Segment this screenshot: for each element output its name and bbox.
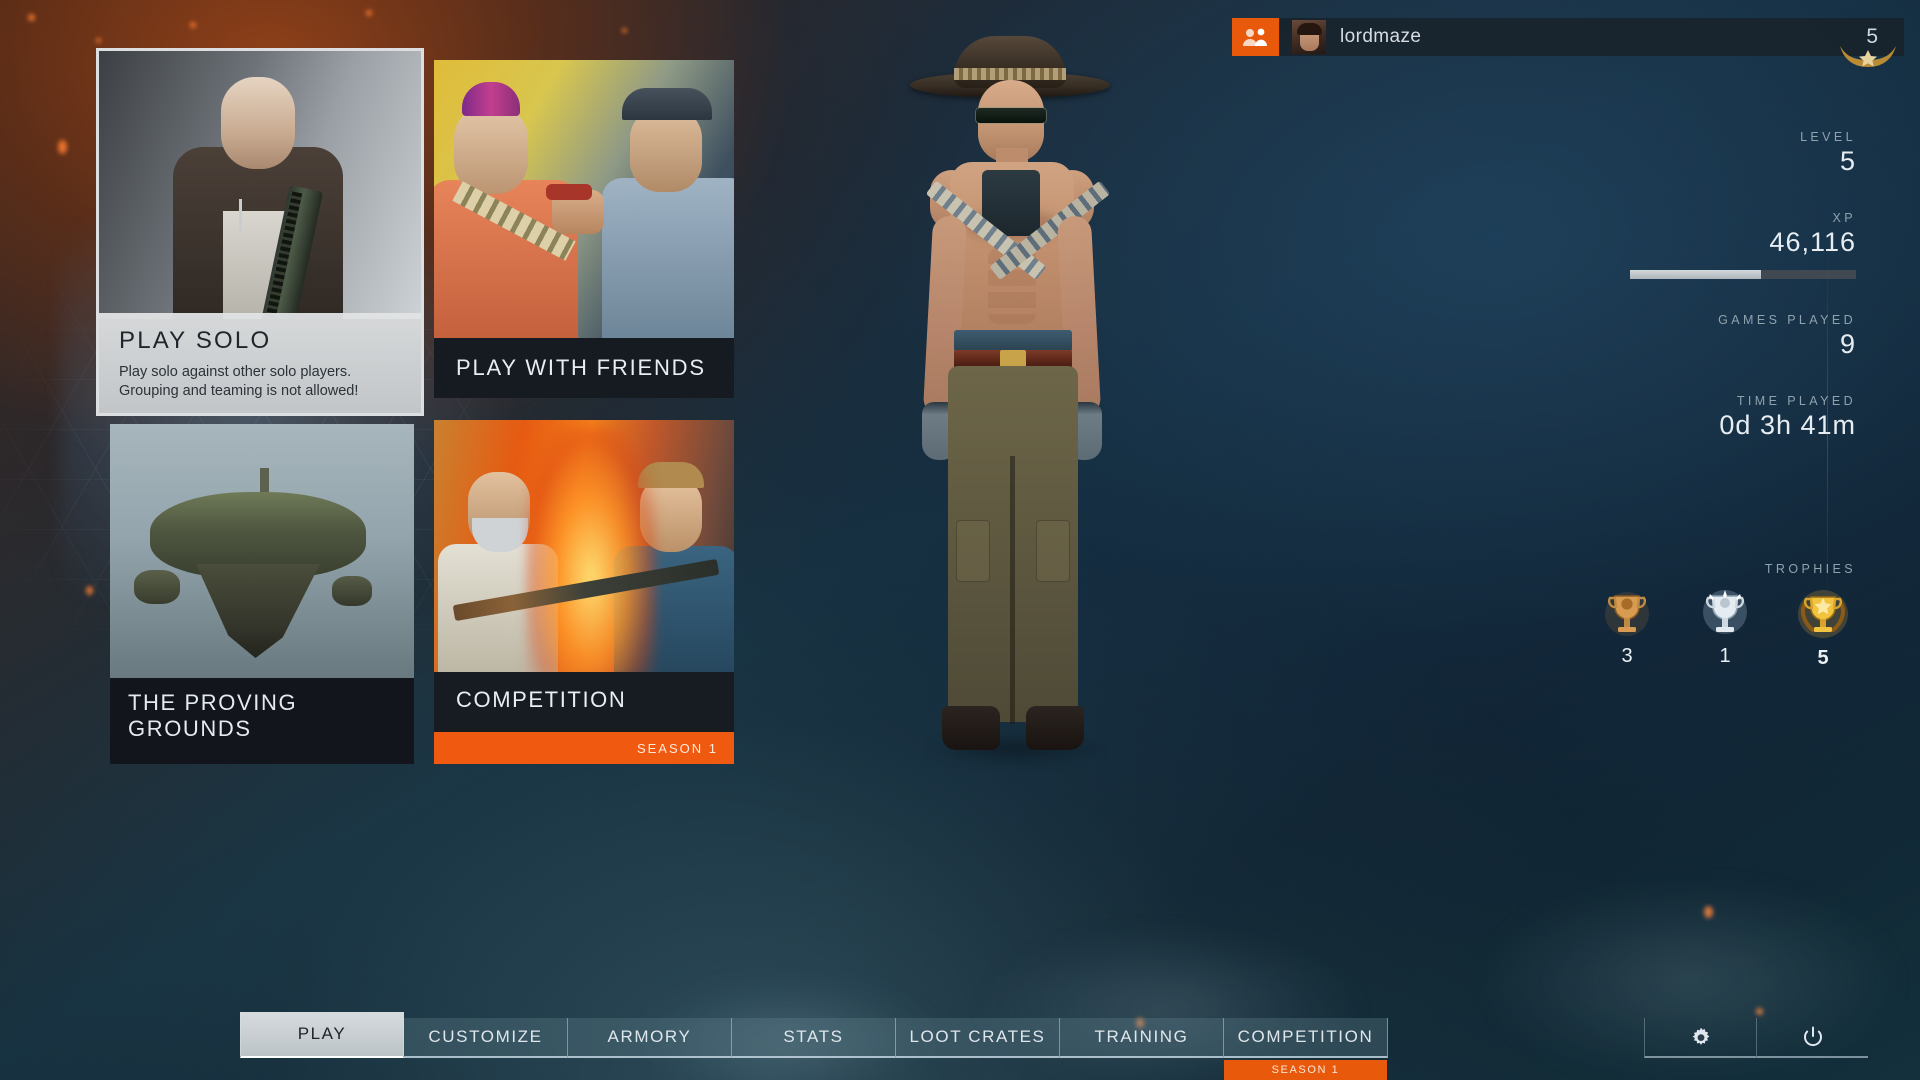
gold-trophy-icon (1797, 590, 1849, 644)
card-competition-season-banner: SEASON 1 (434, 732, 734, 764)
nav-tab-stats[interactable]: STATS (732, 1018, 896, 1058)
stat-level: LEVEL 5 (1556, 130, 1856, 177)
ember-particle (622, 28, 627, 33)
card-play-solo-artwork (99, 51, 421, 319)
ember-particle (28, 14, 35, 21)
stat-time-played-value: 0d 3h 41m (1719, 410, 1856, 440)
character-waistband (954, 330, 1072, 352)
stat-games-played: GAMES PLAYED 9 (1556, 313, 1856, 360)
ember-particle (366, 10, 372, 16)
xp-progress-fill (1630, 270, 1762, 279)
player-stats-panel: LEVEL 5 XP 46,116 GAMES PLAYED 9 TIME PL… (1556, 130, 1856, 608)
card-play-with-friends[interactable]: PLAY WITH FRIENDS (434, 60, 734, 398)
silver-trophy-icon (1702, 590, 1748, 642)
friends-group-icon (1242, 27, 1270, 47)
trophy-gold[interactable]: 5 (1796, 590, 1850, 670)
card-play-solo-text: PLAY SOLO Play solo against other solo p… (99, 313, 421, 413)
card-competition-season-label: SEASON 1 (636, 740, 718, 756)
trophy-row: 3 1 5 (1556, 590, 1856, 670)
player-profile-chip[interactable]: lordmaze 5 (1279, 18, 1904, 67)
stat-xp-label: XP (1832, 211, 1856, 225)
trophy-bronze[interactable]: 3 (1600, 590, 1654, 670)
xp-progress-bar (1630, 270, 1856, 279)
nav-tab-label: CUSTOMIZE (428, 1027, 543, 1046)
stat-games-played-value: 9 (1839, 329, 1856, 359)
nav-icon-group (1644, 1018, 1868, 1058)
character-boot-right (1026, 706, 1084, 750)
card-competition-title: COMPETITION (456, 687, 627, 712)
cowboy-hat-band (954, 68, 1066, 80)
trophy-silver-count: 1 (1719, 645, 1731, 667)
nav-tab-label: STATS (783, 1027, 844, 1046)
trophies-label: TROPHIES (1764, 562, 1856, 576)
nav-tab-play[interactable]: PLAY (240, 1012, 404, 1058)
nav-tab-strip: PLAY CUSTOMIZE ARMORY STATS LOOT CRATES TRAIN… (240, 1012, 1388, 1080)
card-play-with-friends-title: PLAY WITH FRIENDS (456, 355, 706, 380)
card-the-proving-grounds-artwork (110, 424, 414, 678)
nav-tab-label: COMPETITION (1237, 1027, 1374, 1046)
trophy-bronze-count: 3 (1621, 645, 1633, 667)
card-the-proving-grounds[interactable]: THE PROVING GROUNDS (110, 424, 414, 764)
power-button[interactable] (1756, 1018, 1868, 1058)
ember-particle (86, 586, 93, 595)
stat-games-played-label: GAMES PLAYED (1718, 313, 1856, 327)
avatar (1292, 20, 1326, 54)
card-play-solo[interactable]: PLAY SOLO Play solo against other solo p… (96, 48, 424, 416)
nav-tab-label: LOOT CRATES (909, 1027, 1046, 1046)
card-play-with-friends-artwork (434, 60, 734, 338)
nav-tab-loot-crates[interactable]: LOOT CRATES (896, 1018, 1060, 1058)
ember-particle (96, 38, 101, 43)
trophy-silver[interactable]: 1 (1698, 590, 1752, 670)
power-icon (1802, 1026, 1824, 1048)
nav-tab-label: TRAINING (1094, 1027, 1189, 1046)
card-play-solo-title: PLAY SOLO (119, 327, 272, 354)
stat-level-label: LEVEL (1800, 130, 1856, 144)
ember-particle (58, 140, 67, 154)
card-play-solo-desc-line2: Grouping and teaming is not allowed! (119, 383, 359, 399)
card-the-proving-grounds-text: THE PROVING GROUNDS (110, 678, 414, 764)
card-play-with-friends-text: PLAY WITH FRIENDS (434, 338, 734, 398)
card-play-solo-desc-line1: Play solo against other solo players. (119, 364, 352, 380)
nav-tab-armory[interactable]: ARMORY (568, 1018, 732, 1058)
cargo-pocket-left (956, 520, 990, 582)
card-the-proving-grounds-title: THE PROVING GROUNDS (128, 690, 298, 741)
trophy-gold-count: 5 (1817, 647, 1829, 669)
stat-xp: XP 46,116 (1556, 211, 1856, 279)
bottom-navigation: PLAY CUSTOMIZE ARMORY STATS LOOT CRATES TRAIN… (0, 1008, 1920, 1080)
character-leg-seam (1010, 456, 1015, 724)
stat-time-played-label: TIME PLAYED (1736, 394, 1856, 408)
nav-tab-training[interactable]: TRAINING (1060, 1018, 1224, 1058)
settings-button[interactable] (1644, 1018, 1756, 1058)
cargo-pocket-right (1036, 520, 1070, 582)
character-preview[interactable] (830, 20, 1190, 800)
stat-time-played: TIME PLAYED 0d 3h 41m (1556, 394, 1856, 441)
character-boot-left (942, 706, 1000, 750)
trophies-panel: TROPHIES 3 1 5 (1556, 562, 1856, 670)
gear-icon (1690, 1026, 1712, 1048)
nav-tab-label: PLAY (297, 1024, 347, 1043)
winged-rank-emblem-icon (1836, 40, 1900, 70)
game-mode-cards: PLAY SOLO Play solo against other solo p… (96, 48, 756, 768)
stats-divider (1827, 248, 1828, 608)
player-name: lordmaze (1340, 26, 1422, 47)
card-competition-text: COMPETITION (434, 672, 734, 728)
stat-xp-value: 46,116 (1769, 227, 1856, 257)
bronze-trophy-icon (1604, 592, 1650, 642)
friends-button[interactable] (1232, 18, 1279, 56)
card-competition-artwork (434, 420, 734, 672)
top-player-bar: lordmaze 5 (1232, 18, 1904, 67)
nav-tab-competition[interactable]: COMPETITION SEASON 1 (1224, 1018, 1388, 1080)
nav-tab-customize[interactable]: CUSTOMIZE (404, 1018, 568, 1058)
ember-particle (190, 22, 196, 28)
nav-tab-season-badge: SEASON 1 (1224, 1060, 1387, 1080)
nav-tab-label: ARMORY (607, 1027, 692, 1046)
stat-level-value: 5 (1839, 146, 1856, 176)
sunglasses-icon (976, 108, 1046, 123)
card-competition[interactable]: COMPETITION SEASON 1 (434, 420, 734, 764)
